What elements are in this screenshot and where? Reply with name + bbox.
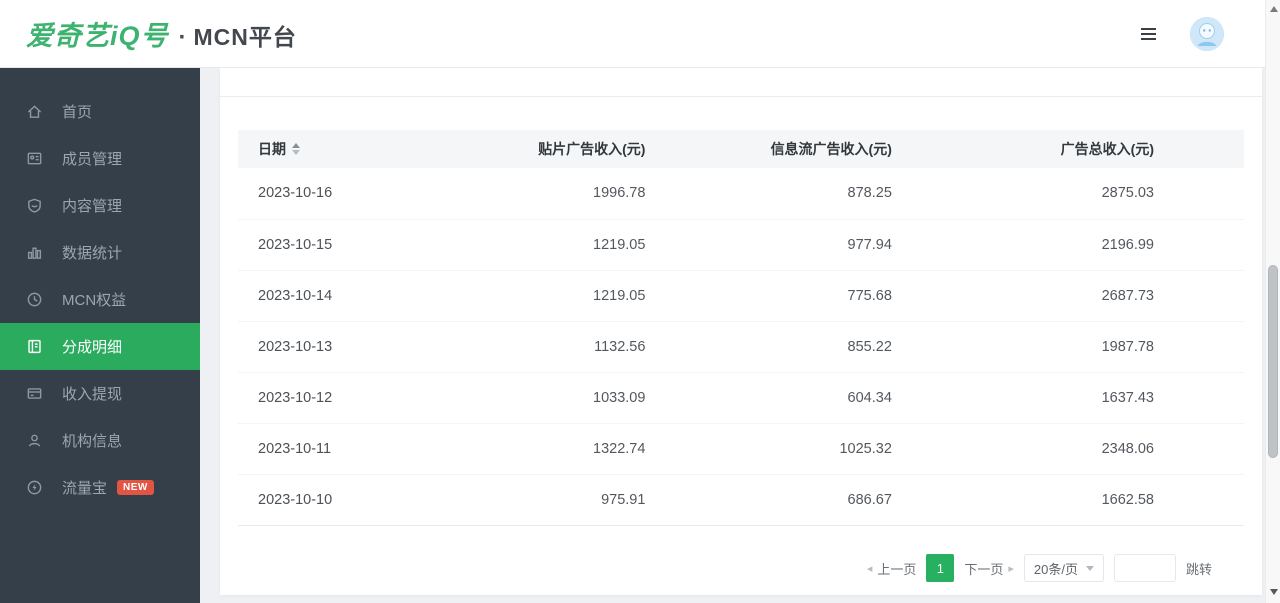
cell-total: 1662.58 [892,474,1244,525]
cell-preroll: 1033.09 [459,372,645,423]
cell-total: 1637.43 [892,372,1244,423]
chevron-down-icon [1086,566,1094,571]
cell-feed: 855.22 [645,321,891,372]
cell-feed: 977.94 [645,219,891,270]
column-header-feed: 信息流广告收入(元) [645,130,891,168]
cell-preroll: 1322.74 [459,423,645,474]
cell-date: 2023-10-16 [238,168,459,219]
wallet-icon [25,385,43,403]
cell-date: 2023-10-13 [238,321,459,372]
chart-icon [25,244,43,262]
cell-total: 1987.78 [892,321,1244,372]
bolt-icon [25,479,43,497]
sidebar-item-label: 分成明细 [62,336,122,357]
sidebar-item-mcn-rights[interactable]: MCN权益 [0,276,200,323]
cell-total: 2875.03 [892,168,1244,219]
jump-page-input[interactable] [1114,554,1176,582]
chevron-left-icon: ◂ [867,562,873,575]
sidebar-nav: 首页 成员管理 内容管理 数据统计 [0,68,200,603]
cell-preroll: 1219.05 [459,270,645,321]
vertical-scrollbar[interactable] [1265,0,1280,603]
table-row: 2023-10-13 1132.56 855.22 1987.78 [238,321,1244,372]
cell-date: 2023-10-11 [238,423,459,474]
sidebar-item-label: 首页 [62,101,92,122]
cell-date: 2023-10-12 [238,372,459,423]
avatar-icon [1190,17,1224,51]
app-logo[interactable]: 爱奇艺iQ号 · MCN平台 [26,14,297,53]
column-header-date[interactable]: 日期 [238,130,459,168]
sidebar-item-withdraw[interactable]: 收入提现 [0,370,200,417]
chevron-right-icon: ▸ [1008,562,1014,575]
table-row: 2023-10-11 1322.74 1025.32 2348.06 [238,423,1244,474]
cell-feed: 775.68 [645,270,891,321]
table-row: 2023-10-15 1219.05 977.94 2196.99 [238,219,1244,270]
sidebar-item-label: 成员管理 [62,148,122,169]
logo-brand-text: 爱奇艺iQ号 [26,14,169,53]
user-avatar[interactable] [1190,17,1224,51]
table-row: 2023-10-16 1996.78 878.25 2875.03 [238,168,1244,219]
current-page-button[interactable]: 1 [926,554,954,582]
page-size-select[interactable]: 20条/页 [1024,554,1104,582]
cell-total: 2687.73 [892,270,1244,321]
sidebar-item-traffic[interactable]: 流量宝 NEW [0,464,200,511]
top-header: 爱奇艺iQ号 · MCN平台 [0,0,1280,68]
column-header-preroll: 贴片广告收入(元) [459,130,645,168]
cell-date: 2023-10-15 [238,219,459,270]
logo-separator: · [179,24,187,52]
sidebar-item-stats[interactable]: 数据统计 [0,229,200,276]
table-row: 2023-10-12 1033.09 604.34 1637.43 [238,372,1244,423]
new-badge: NEW [117,480,154,495]
sidebar-item-home[interactable]: 首页 [0,88,200,135]
revenue-table: 日期 贴片广告收入(元) 信息流广告收入(元) 广告总收入(元) [238,130,1244,526]
shield-icon [25,197,43,215]
logo-product-text: MCN平台 [194,18,297,52]
sidebar-item-label: MCN权益 [62,289,126,310]
sidebar-item-members[interactable]: 成员管理 [0,135,200,182]
table-row: 2023-10-10 975.91 686.67 1662.58 [238,474,1244,525]
cell-date: 2023-10-10 [238,474,459,525]
home-icon [25,103,43,121]
sidebar-item-label: 流量宝 [62,477,107,498]
sidebar-item-label: 机构信息 [62,430,122,451]
table-row: 2023-10-14 1219.05 775.68 2687.73 [238,270,1244,321]
jump-button[interactable]: 跳转 [1186,559,1212,578]
cell-preroll: 1132.56 [459,321,645,372]
card-top-strip [220,68,1262,97]
cell-preroll: 1219.05 [459,219,645,270]
header-actions [1141,17,1254,51]
cell-preroll: 975.91 [459,474,645,525]
main-content: 日期 贴片广告收入(元) 信息流广告收入(元) 广告总收入(元) [200,68,1280,603]
cell-feed: 878.25 [645,168,891,219]
sort-icon[interactable] [292,143,300,155]
person-icon [25,432,43,450]
menu-icon[interactable] [1141,28,1156,40]
cell-total: 2196.99 [892,219,1244,270]
scrollbar-thumb[interactable] [1268,265,1278,458]
cell-total: 2348.06 [892,423,1244,474]
pagination: ◂ 上一页 1 下一页 ▸ 20条/页 跳转 [867,554,1212,582]
cell-date: 2023-10-14 [238,270,459,321]
scroll-up-icon[interactable] [1270,6,1278,12]
members-icon [25,150,43,168]
ledger-icon [25,338,43,356]
column-header-total: 广告总收入(元) [892,130,1244,168]
cell-preroll: 1996.78 [459,168,645,219]
cell-feed: 604.34 [645,372,891,423]
next-page-button[interactable]: 下一页 ▸ [964,559,1014,578]
sidebar-item-revenue-detail[interactable]: 分成明细 [0,323,200,370]
sidebar-item-org-info[interactable]: 机构信息 [0,417,200,464]
sidebar-item-label: 内容管理 [62,195,122,216]
content-card: 日期 贴片广告收入(元) 信息流广告收入(元) 广告总收入(元) [220,68,1262,595]
table-header: 日期 贴片广告收入(元) 信息流广告收入(元) 广告总收入(元) [238,130,1244,168]
sidebar-item-label: 数据统计 [62,242,122,263]
clock-icon [25,291,43,309]
card-body: 日期 贴片广告收入(元) 信息流广告收入(元) 广告总收入(元) [220,97,1262,526]
sidebar-item-label: 收入提现 [62,383,122,404]
cell-feed: 1025.32 [645,423,891,474]
cell-feed: 686.67 [645,474,891,525]
sidebar-item-content[interactable]: 内容管理 [0,182,200,229]
prev-page-button[interactable]: ◂ 上一页 [867,559,917,578]
scroll-down-icon[interactable] [1270,589,1278,595]
